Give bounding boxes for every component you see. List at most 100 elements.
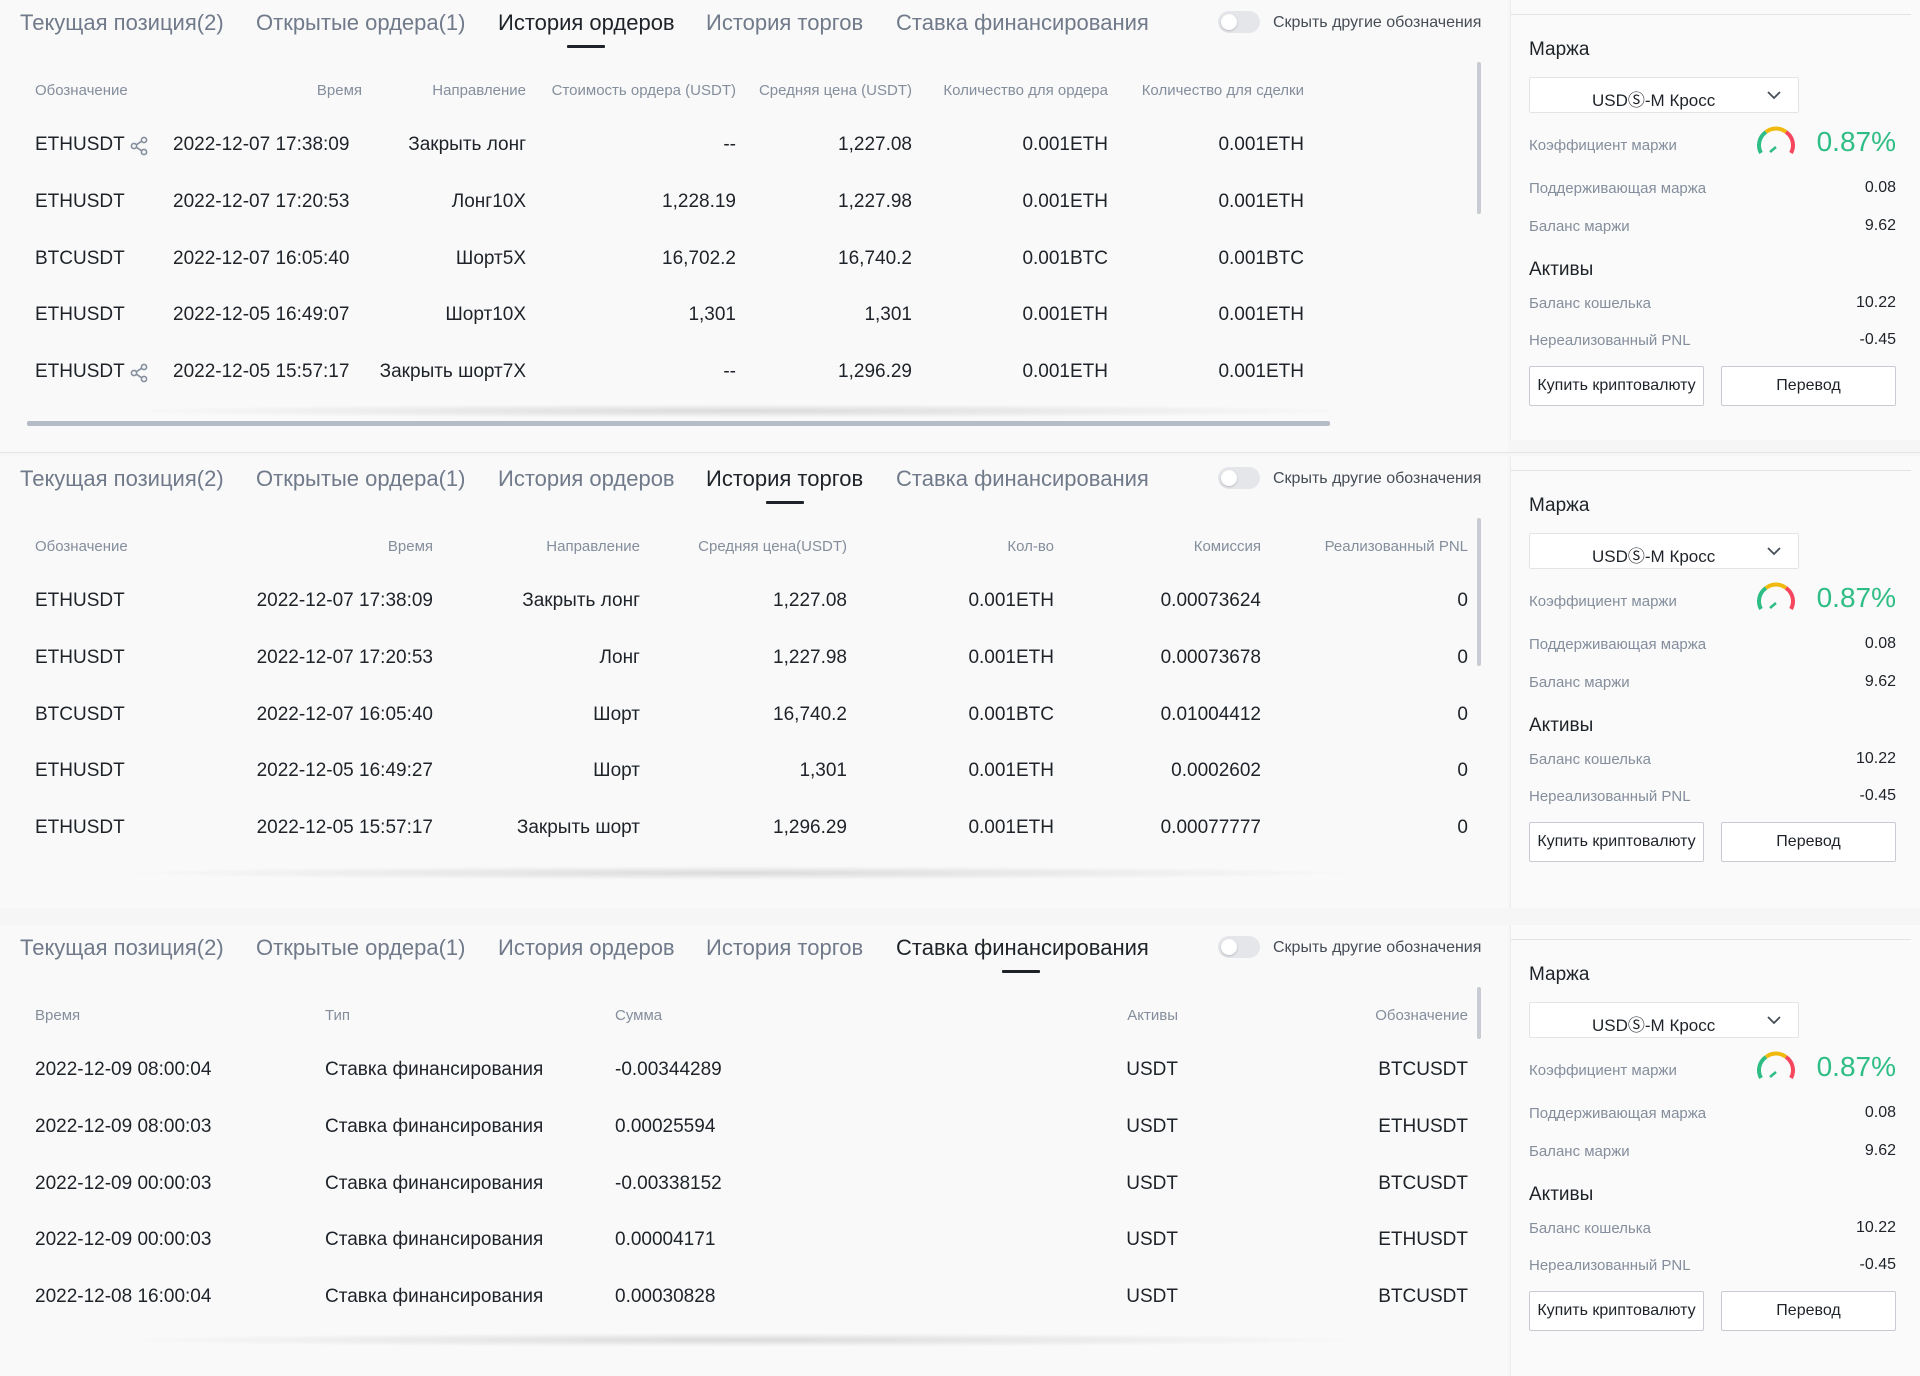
table-row[interactable]: 2022-12-09 00:00:03 Ставка финансировани… [0,1229,1480,1269]
margin-title: Маржа [1529,964,1590,985]
horizontal-scrollbar[interactable] [27,421,1330,426]
table-row[interactable]: 2022-12-09 00:00:03 Ставка финансировани… [0,1173,1480,1213]
margin-mode-select[interactable]: USDⓈ-M Кросс [1529,77,1799,113]
time: 2022-12-07 17:20:53 [256,647,433,668]
margin-ratio-value: 0.87% [1816,126,1896,157]
table-row[interactable]: ETHUSDT 2022-12-07 17:20:53 Лонг10X 1,22… [0,191,1480,231]
table-row[interactable]: ETHUSDT 2022-12-05 15:57:17 Закрыть шорт… [0,361,1480,401]
margin-balance-label: Баланс маржи [1529,218,1630,235]
margin-mode-select[interactable]: USDⓈ-M Кросс [1529,533,1799,569]
margin-mode-value: USDⓈ-M Кросс [1592,1016,1716,1035]
time: 2022-12-08 16:00:04 [35,1286,212,1307]
symbol: ETHUSDT [35,760,125,781]
direction: Закрыть лонг [522,590,640,611]
vertical-scrollbar[interactable] [1477,518,1481,666]
tab-trade-history[interactable]: История торгов [706,466,863,492]
funding-rate-section: Текущая позиция(2) Открытые ордера(1) Ис… [0,925,1508,1376]
table-row[interactable]: BTCUSDT 2022-12-07 16:05:40 Шорт5X 16,70… [0,248,1480,288]
tab-open-orders[interactable]: Открытые ордера(1) [256,466,466,492]
margin-ratio-label: Коэффициент маржи [1529,137,1677,154]
realized-pnl: 0 [1457,647,1468,668]
direction: Лонг [599,647,640,668]
time: 2022-12-05 16:49:07 [173,304,350,325]
tab-trade-history[interactable]: История торгов [706,10,863,36]
filled-qty: 0.001ETH [1218,304,1304,325]
fee: 0.00077777 [1160,817,1261,838]
qty: 0.001ETH [968,817,1054,838]
symbol: BTCUSDT [35,248,125,269]
table-row[interactable]: ETHUSDT 2022-12-05 16:49:27 Шорт 1,301 0… [0,760,1480,800]
vertical-scrollbar[interactable] [1477,62,1481,214]
margin-gauge-icon [1757,126,1795,154]
time: 2022-12-09 08:00:04 [35,1059,212,1080]
table-row[interactable]: ETHUSDT 2022-12-07 17:20:53 Лонг 1,227.9… [0,647,1480,687]
tab-current-position[interactable]: Текущая позиция(2) [20,466,224,492]
hide-other-symbols-toggle[interactable] [1218,936,1260,958]
tab-current-position[interactable]: Текущая позиция(2) [20,10,224,36]
amount: -0.00344289 [615,1059,722,1080]
margin-mode-select[interactable]: USDⓈ-M Кросс [1529,1002,1799,1038]
avg-price: 1,227.98 [838,191,912,212]
table-row[interactable]: BTCUSDT 2022-12-07 16:05:40 Шорт 16,740.… [0,704,1480,744]
tab-trade-history[interactable]: История торгов [706,935,863,961]
margin-mode-value: USDⓈ-M Кросс [1592,91,1716,110]
tab-funding-rate[interactable]: Ставка финансирования [896,10,1149,36]
filled-qty: 0.001ETH [1218,361,1304,382]
qty: 0.001ETH [968,760,1054,781]
type: Ставка финансирования [325,1286,544,1307]
margin-panel: Маржа USDⓈ-M Кросс Коэффициент маржи 0.8… [1510,456,1920,908]
vertical-scrollbar[interactable] [1477,987,1481,1039]
tab-open-orders[interactable]: Открытые ордера(1) [256,10,466,36]
amount: 0.00030828 [615,1286,716,1307]
tab-open-orders[interactable]: Открытые ордера(1) [256,935,466,961]
maintenance-margin-label: Поддерживающая маржа [1529,180,1707,197]
fee: 0.00073624 [1160,590,1261,611]
wallet-balance-value: 10.22 [1855,750,1896,767]
tab-current-position[interactable]: Текущая позиция(2) [20,935,224,961]
direction: Закрыть лонг [408,134,526,155]
margin-balance-label: Баланс маржи [1529,1143,1630,1160]
order-qty: 0.001BTC [1022,248,1108,269]
col-symbol: Обозначение [35,538,128,555]
order-qty: 0.001ETH [1022,304,1108,325]
tab-funding-rate[interactable]: Ставка финансирования [896,466,1149,492]
table-row[interactable]: ETHUSDT 2022-12-05 16:49:07 Шорт10X 1,30… [0,304,1480,344]
avg-price: 1,296.29 [838,361,912,382]
margin-panel: Маржа USDⓈ-M Кросс Коэффициент маржи 0.8… [1510,925,1920,1376]
table-row[interactable]: 2022-12-09 08:00:04 Ставка финансировани… [0,1059,1480,1099]
filled-qty: 0.001ETH [1218,134,1304,155]
tab-funding-rate[interactable]: Ставка финансирования [896,935,1149,961]
col-asset: Активы [1127,1007,1178,1024]
tab-order-history[interactable]: История ордеров [498,466,675,492]
hide-other-symbols-toggle[interactable] [1218,11,1260,33]
tab-order-history[interactable]: История ордеров [498,935,675,961]
qty: 0.001ETH [968,590,1054,611]
transfer-button[interactable]: Перевод [1721,1291,1896,1331]
share-icon[interactable] [128,362,150,384]
direction: Шорт5X [455,248,526,269]
transfer-button[interactable]: Перевод [1721,822,1896,862]
qty: 0.001BTC [968,704,1054,725]
avg-price: 1,227.08 [838,134,912,155]
table-row[interactable]: ETHUSDT 2022-12-05 15:57:17 Закрыть шорт… [0,817,1480,857]
maintenance-margin-label: Поддерживающая маржа [1529,636,1707,653]
col-order-value: Стоимость ордера (USDT) [551,82,736,99]
tab-order-history[interactable]: История ордеров [498,10,675,36]
table-row[interactable]: 2022-12-09 08:00:03 Ставка финансировани… [0,1116,1480,1156]
col-avg-price: Средняя цена(USDT) [698,538,847,555]
margin-balance-value: 9.62 [1864,1142,1896,1159]
col-filled-qty: Количество для сделки [1141,82,1304,99]
share-icon[interactable] [128,135,150,157]
transfer-button[interactable]: Перевод [1721,366,1896,406]
table-row[interactable]: 2022-12-08 16:00:04 Ставка финансировани… [0,1286,1480,1326]
table-row[interactable]: ETHUSDT 2022-12-07 17:38:09 Закрыть лонг… [0,590,1480,630]
asset: USDT [1126,1116,1178,1137]
hide-other-symbols-toggle[interactable] [1218,467,1260,489]
buy-crypto-button[interactable]: Купить криптовалюту [1529,1291,1704,1331]
trade-history-section: Текущая позиция(2) Открытые ордера(1) Ис… [0,456,1508,908]
margin-ratio-label: Коэффициент маржи [1529,1062,1677,1079]
order-qty: 0.001ETH [1022,361,1108,382]
table-row[interactable]: ETHUSDT 2022-12-07 17:38:09 Закрыть лонг… [0,134,1480,174]
buy-crypto-button[interactable]: Купить криптовалюту [1529,366,1704,406]
buy-crypto-button[interactable]: Купить криптовалюту [1529,822,1704,862]
